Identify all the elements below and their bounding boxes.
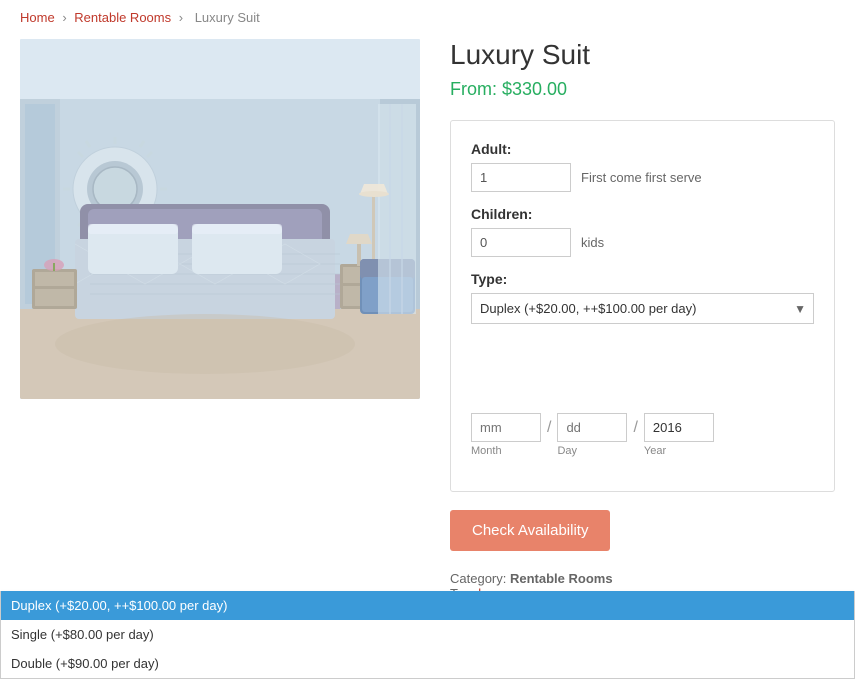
adult-hint: First come first serve [581,170,702,185]
room-image [20,39,420,399]
year-group: Year [644,413,714,457]
children-label: Children: [471,206,814,222]
adult-row: First come first serve [471,163,814,192]
category-line: Category: Rentable Rooms [450,571,835,586]
page-wrapper: Home › Rentable Rooms › Luxury Suit [0,0,855,621]
type-select-wrapper: Duplex (+$20.00, ++$100.00 per day) Sing… [471,293,814,324]
children-input[interactable] [471,228,571,257]
type-group: Type: Duplex (+$20.00, ++$100.00 per day… [471,271,814,399]
check-availability-button[interactable]: Check Availability [450,510,610,551]
room-price: From: $330.00 [450,79,835,100]
date-sep2: / [633,413,637,437]
date-group: Month / Day / Year [471,413,814,457]
breadcrumb-sep1: › [62,10,66,25]
adult-input[interactable] [471,163,571,192]
content-area: Luxury Suit From: $330.00 Adult: First c… [20,39,835,601]
adult-label: Adult: [471,141,814,157]
type-select[interactable]: Duplex (+$20.00, ++$100.00 per day) Sing… [471,293,814,324]
breadcrumb-home[interactable]: Home [20,10,55,25]
booking-form: Adult: First come first serve Children: … [450,120,835,492]
adult-group: Adult: First come first serve [471,141,814,192]
month-input[interactable] [471,413,541,442]
breadcrumb-rooms[interactable]: Rentable Rooms [74,10,171,25]
month-hint: Month [471,445,541,457]
room-details: Luxury Suit From: $330.00 Adult: First c… [450,39,835,601]
date-sep1: / [547,413,551,437]
breadcrumb: Home › Rentable Rooms › Luxury Suit [20,10,835,25]
type-dropdown: Duplex (+$20.00, ++$100.00 per day) Sing… [0,591,855,679]
date-row: Month / Day / Year [471,413,814,457]
type-label: Type: [471,271,814,287]
room-title: Luxury Suit [450,39,835,71]
day-hint: Day [557,445,627,457]
children-row: kids [471,228,814,257]
category-value: Rentable Rooms [510,571,613,586]
day-input[interactable] [557,413,627,442]
children-group: Children: kids [471,206,814,257]
dropdown-option-single[interactable]: Single (+$80.00 per day) [1,620,854,649]
year-input[interactable] [644,413,714,442]
month-group: Month [471,413,541,457]
day-group: Day [557,413,627,457]
breadcrumb-current: Luxury Suit [195,10,260,25]
children-hint: kids [581,235,604,250]
breadcrumb-sep2: › [179,10,183,25]
category-label: Category: [450,571,506,586]
year-hint: Year [644,445,714,457]
dropdown-option-duplex[interactable]: Duplex (+$20.00, ++$100.00 per day) [1,591,854,620]
dropdown-option-double[interactable]: Double (+$90.00 per day) [1,649,854,678]
